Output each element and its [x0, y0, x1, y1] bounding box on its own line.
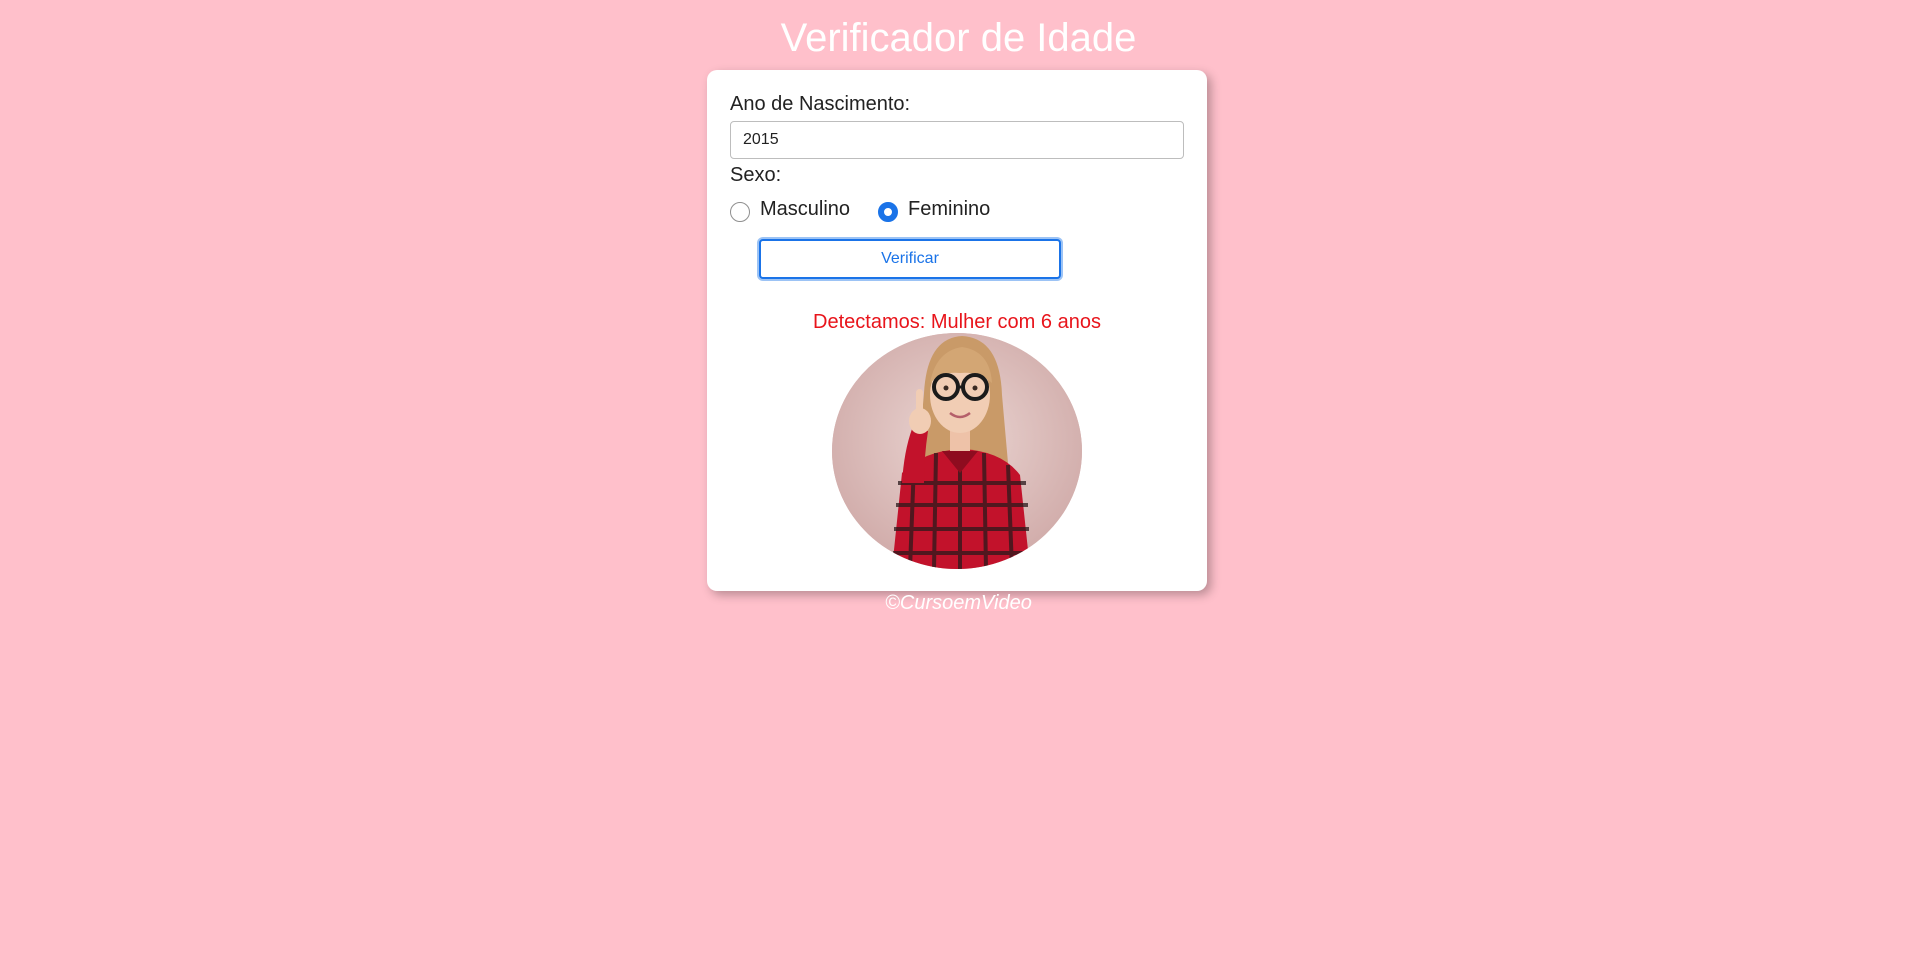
- sex-option-male[interactable]: Masculino: [730, 196, 850, 222]
- radio-male[interactable]: [730, 202, 750, 222]
- sex-option-label: Masculino: [760, 197, 851, 220]
- page: Verificador de Idade Ano de Nascimento: …: [0, 0, 1917, 968]
- birth-year-input[interactable]: [730, 121, 1184, 159]
- page-title: Verificador de Idade: [780, 16, 1137, 60]
- birth-year-label: Ano de Nascimento:: [730, 93, 911, 115]
- girl-with-glasses-photo: [832, 333, 1082, 569]
- sex-option-female[interactable]: Feminino: [878, 196, 990, 222]
- result-text: Detectamos: Mulher com 6 anos: [813, 311, 1101, 333]
- result-photo: [832, 333, 1082, 569]
- verify-button[interactable]: Verificar: [759, 239, 1061, 279]
- sex-label: Sexo:: [730, 164, 782, 186]
- verifier-card: Ano de Nascimento: Sexo: Masculino Femin…: [707, 70, 1207, 591]
- sex-option-label: Feminino: [908, 197, 991, 220]
- sex-radio-group: Masculino Feminino: [730, 194, 1018, 224]
- radio-female[interactable]: [878, 202, 899, 222]
- footer-copyright: ©CursoemVideo: [885, 592, 1032, 614]
